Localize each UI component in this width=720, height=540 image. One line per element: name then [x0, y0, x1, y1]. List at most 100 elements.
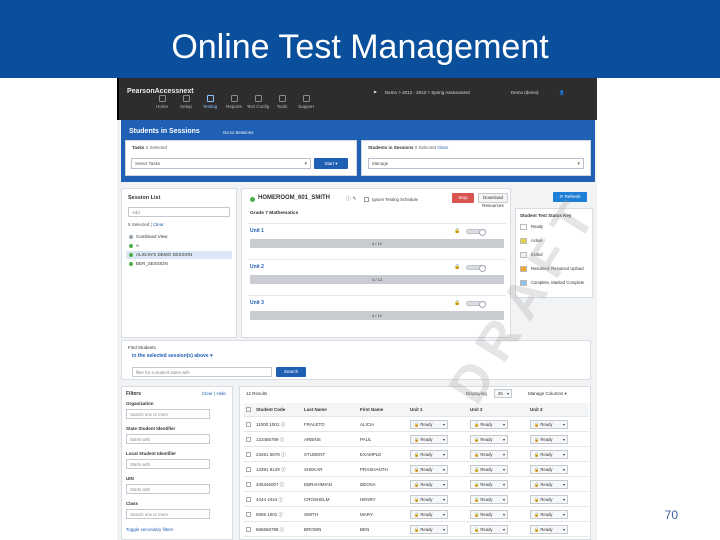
unit-status-dropdown[interactable]: 🔒 Ready ▾: [410, 480, 448, 489]
filters-clear-link[interactable]: Clear: [202, 391, 213, 396]
unit-status-dropdown[interactable]: 🔒 Ready ▾: [530, 480, 568, 489]
column-header[interactable]: Student Code: [256, 407, 285, 412]
user-icon[interactable]: 👤: [559, 90, 565, 96]
session-item[interactable]: BER_SESSION: [126, 260, 232, 268]
row-checkbox[interactable]: [246, 497, 251, 502]
unit-status-dropdown[interactable]: 🔒 Ready ▾: [410, 435, 448, 444]
unit-status-dropdown[interactable]: 🔒 Ready ▾: [530, 495, 568, 504]
student-search-input[interactable]: filter for a student starts with: [132, 367, 272, 377]
unit-status-dropdown[interactable]: 🔒 Ready ▾: [470, 510, 508, 519]
row-checkbox[interactable]: [246, 512, 251, 517]
unit-status-label: Ready: [540, 467, 553, 472]
nav-testing[interactable]: Testing: [197, 95, 223, 109]
student-code: 23451 5678 ⓘ: [256, 452, 286, 457]
unit-status-dropdown[interactable]: 🔒 Ready ▾: [470, 465, 508, 474]
unit-status-dropdown[interactable]: 🔒 Ready ▾: [410, 420, 448, 429]
row-checkbox[interactable]: [246, 422, 251, 427]
flag-icon[interactable]: ⚑: [373, 90, 377, 96]
session-item[interactable]: ALIGAN'S DEMO SESSION: [126, 251, 232, 259]
unit-name-link[interactable]: Unit 2: [250, 264, 264, 270]
unit-lock-toggle[interactable]: [466, 229, 486, 236]
info-icon[interactable]: ⓘ ✎: [346, 195, 357, 202]
row-checkbox[interactable]: [246, 482, 251, 487]
lock-icon[interactable]: 🔒: [454, 264, 460, 270]
filter-label: State Student Identifier: [126, 426, 176, 431]
session-clear-link[interactable]: Clear: [153, 222, 164, 227]
nav-support[interactable]: Support: [293, 95, 319, 109]
row-checkbox[interactable]: [246, 467, 251, 472]
filter-input[interactable]: Starts with: [126, 459, 210, 469]
stop-button[interactable]: Stop: [452, 193, 474, 203]
unit-status-dropdown[interactable]: 🔒 Ready ▾: [470, 480, 508, 489]
session-status-dot: [250, 197, 255, 202]
unit-status-dropdown[interactable]: 🔒 Ready ▾: [470, 525, 508, 534]
unit-status-dropdown[interactable]: 🔒 Ready ▾: [410, 465, 448, 474]
sis-clear-link[interactable]: Clear: [437, 145, 448, 150]
unit-status-dropdown[interactable]: 🔒 Ready ▾: [410, 510, 448, 519]
unit-status-dropdown[interactable]: 🔒 Ready ▾: [410, 525, 448, 534]
session-item[interactable]: A: [126, 242, 232, 250]
unit-status-dropdown[interactable]: 🔒 Ready ▾: [470, 495, 508, 504]
row-checkbox[interactable]: [246, 437, 251, 442]
column-header[interactable]: First Name: [360, 407, 383, 412]
unit-status-dropdown[interactable]: 🔒 Ready ▾: [530, 450, 568, 459]
nav-tools[interactable]: Tools: [269, 95, 295, 109]
chevron-down-icon: ▾: [442, 467, 445, 472]
unit-status-dropdown[interactable]: 🔒 Ready ▾: [530, 420, 568, 429]
search-button[interactable]: Search: [276, 367, 306, 377]
unit-status-dropdown[interactable]: 🔒 Ready ▾: [410, 450, 448, 459]
refresh-button[interactable]: ⟳ Refresh: [553, 192, 587, 202]
unit-lock-toggle[interactable]: [466, 265, 486, 272]
nav-test-config[interactable]: Test Config: [245, 95, 271, 109]
unit-status-dropdown[interactable]: 🔒 Ready ▾: [530, 510, 568, 519]
select-all-checkbox[interactable]: [246, 407, 251, 412]
unit-status-dropdown[interactable]: 🔒 Ready ▾: [530, 525, 568, 534]
unit-status-dropdown[interactable]: 🔒 Ready ▾: [530, 435, 568, 444]
go-to-sessions-link[interactable]: Go to Sessions: [223, 130, 254, 135]
column-header[interactable]: Last Name: [304, 407, 327, 412]
unit-status-dropdown[interactable]: 🔒 Ready ▾: [530, 465, 568, 474]
chevron-down-icon: ▾: [442, 482, 445, 487]
unit-name-link[interactable]: Unit 3: [250, 300, 264, 306]
session-status-dot: [129, 262, 133, 266]
nav-home[interactable]: Home: [149, 95, 175, 109]
filter-input[interactable]: Search one or more: [126, 409, 210, 419]
context-selector[interactable]: Demo > 2012 - 2013 > Spring Assessment: [385, 90, 470, 95]
row-checkbox[interactable]: [246, 527, 251, 532]
unit-status-dropdown[interactable]: 🔒 Ready ▾: [410, 495, 448, 504]
user-menu[interactable]: Demo (demo): [511, 90, 539, 95]
session-add-input[interactable]: Add: [128, 207, 230, 217]
ignore-schedule-checkbox[interactable]: [364, 197, 369, 202]
nav-setup[interactable]: Setup: [173, 95, 199, 109]
toggle-secondary-filters-link[interactable]: Toggle secondary filters: [126, 527, 173, 532]
status-key-item: Ready: [520, 223, 590, 235]
download-resources-button[interactable]: Download Resources: [478, 193, 508, 208]
wrench-icon: [278, 95, 286, 102]
search-scope-dropdown[interactable]: in the selected session(s) above ▾: [132, 353, 213, 359]
filter-input[interactable]: Starts with: [126, 484, 210, 494]
unit-lock-toggle[interactable]: [466, 301, 486, 308]
column-header[interactable]: Unit 2: [470, 407, 483, 412]
unit-status-dropdown[interactable]: 🔒 Ready ▾: [470, 435, 508, 444]
tasks-label: Tasks: [132, 145, 145, 150]
displaying-count-select[interactable]: 25 ▾: [494, 389, 512, 398]
unit-name-link[interactable]: Unit 1: [250, 228, 264, 234]
filter-input[interactable]: Search one or more: [126, 509, 210, 519]
start-button[interactable]: Start ▾: [314, 158, 348, 169]
filter-input[interactable]: Starts with: [126, 434, 210, 444]
select-tasks-dropdown[interactable]: Select Tasks ▾: [131, 158, 311, 169]
nav-reports[interactable]: Reports: [221, 95, 247, 109]
table-header: Student Code Last Name First Name Unit 1 Uni…: [244, 403, 589, 417]
unit-status-dropdown[interactable]: 🔒 Ready ▾: [470, 450, 508, 459]
row-checkbox[interactable]: [246, 452, 251, 457]
column-header[interactable]: Unit 1: [410, 407, 423, 412]
manage-columns-dropdown[interactable]: Manage Columns ▾: [528, 391, 567, 397]
column-header[interactable]: Unit 3: [530, 407, 543, 412]
unit-status-dropdown[interactable]: 🔒 Ready ▾: [470, 420, 508, 429]
filters-hide-link[interactable]: Hide: [216, 391, 225, 396]
chevron-down-icon: ▾: [442, 497, 445, 502]
manage-dropdown[interactable]: Manage ▾: [368, 158, 584, 169]
lock-icon[interactable]: 🔒: [454, 300, 460, 306]
lock-icon[interactable]: 🔒: [454, 228, 460, 234]
session-item[interactable]: Combined View: [126, 233, 232, 241]
